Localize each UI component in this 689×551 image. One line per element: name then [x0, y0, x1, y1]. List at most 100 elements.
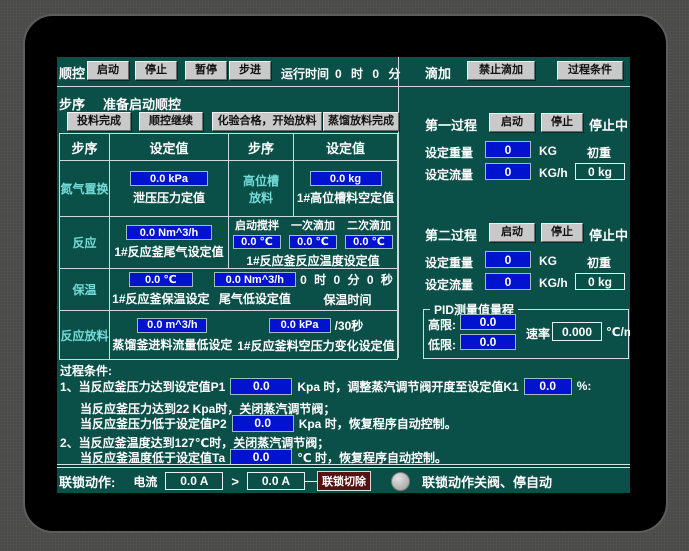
hightank-empty-desc: 1#高位槽料空定值	[296, 191, 395, 205]
process1-status: 停止中	[589, 118, 629, 133]
table-header-setvalue-2: 设定值	[294, 134, 397, 161]
process1-flow-input[interactable]: 0	[485, 163, 531, 180]
interlock-note: 联锁动作关阀、停自动	[421, 474, 552, 490]
hightank-step-cell: 高位槽放料	[229, 161, 294, 217]
seq-continue-button[interactable]: 顺控继续	[139, 112, 203, 131]
condition-1-text-c: %:	[576, 379, 592, 393]
relief-pressure-desc: 泄压压力定值	[132, 191, 205, 205]
current-label: 电流	[133, 474, 158, 489]
pid-rate-unit: ℃/m	[606, 325, 630, 339]
connector-line	[304, 480, 317, 482]
relief-pressure-input[interactable]: 0.0 kPa	[130, 171, 208, 186]
pid-low-input[interactable]: 0.0	[460, 334, 516, 350]
insulation-temp-input[interactable]: 0.0 ℃	[128, 272, 193, 287]
tailgas-setpoint-desc: 1#反应釜尾气设定值	[114, 245, 224, 259]
right-panel: 第一过程 启动 停止 停止中 设定重量 0 KG 初重 设定流量 0 KG/h …	[399, 57, 630, 360]
distill-feedflow-low-input[interactable]: 0.0 m^3/h	[137, 317, 208, 333]
distill-done-button[interactable]: 蒸馏放料完成	[323, 112, 399, 131]
condition-5-text-a: 当反应釜温度低于设定值Ta	[80, 450, 226, 465]
process2-block: 第二过程 启动 停止 停止中 设定重量 0 KG 初重 设定流量 0 KG/h …	[399, 223, 630, 297]
nitrogen-step-cell: 氮气置换	[60, 161, 110, 217]
hmi-screen: 顺控 启动 停止 暂停 步进 运行时间 0 时 0 分 滴加 禁止滴加 过程条件…	[57, 57, 630, 493]
process2-start-button[interactable]: 启动	[489, 223, 535, 242]
process2-weight-unit: KG	[539, 254, 557, 268]
nitrogen-value-cell: 0.0 kPa 泄压压力定值	[110, 161, 229, 217]
seq-stop-button[interactable]: 停止	[135, 61, 177, 80]
second-drip-label: 二次滴加	[347, 219, 391, 232]
conditions-block: 过程条件: 1、当反应釜压力达到设定值P1 0.0 Kpa 时，调整蒸汽调节阀开…	[59, 360, 629, 466]
stir-start-label: 启动搅拌	[235, 219, 279, 232]
process2-weight-input[interactable]: 0	[485, 251, 531, 268]
reaction-step-name: 反应	[72, 236, 97, 250]
seq-start-button[interactable]: 启动	[87, 61, 129, 80]
discharge-values-cell: 0.0 m^3/h 蒸馏釜进料流量低设定 0.0 kPa /30秒 1#反应釜料…	[110, 311, 397, 359]
stir-start-temp-input[interactable]: 0.0 ℃	[233, 234, 281, 249]
condition-3-text-a: 当反应釜压力低于设定值P2	[80, 416, 227, 431]
process1-start-button[interactable]: 启动	[489, 113, 535, 132]
process1-weight-label: 设定重量	[425, 146, 474, 160]
process1-flow-label: 设定流量	[425, 168, 474, 182]
current-limit-display: 0.0 A	[246, 472, 305, 490]
tailgas-low-input[interactable]: 0.0 Nm^3/h	[213, 272, 296, 287]
header-text: 设定值	[325, 140, 365, 156]
reaction-step-cell: 反应	[60, 217, 110, 269]
process2-title: 第二过程	[425, 228, 478, 243]
interlock-separator	[57, 464, 630, 468]
interlock-indicator-lamp	[390, 471, 410, 491]
interlock-cutout-button[interactable]: 联锁切除	[316, 471, 371, 491]
process1-weight-input[interactable]: 0	[485, 141, 531, 158]
reaction-temp-desc: 1#反应釜反应温度设定值	[246, 253, 380, 268]
insulation-values-cell: 0.0 ℃ 1#反应釜保温设定 0.0 Nm^3/h 尾气低设定值 0 时 0 …	[110, 269, 397, 311]
distill-feedflow-low-desc: 蒸馏釜进料流量低设定	[112, 337, 233, 352]
empty-pressure-change-desc: 1#反应釜料空压力变化设定值	[237, 338, 395, 353]
test-pass-button[interactable]: 化验合格，开始放料	[212, 112, 322, 131]
header-text: 步序	[71, 140, 98, 156]
interlock-row: 联锁动作: 电流 0.0 A > 0.0 A 联锁切除 联锁动作关阀、停自动	[59, 471, 627, 491]
header-text: 步序	[247, 140, 274, 156]
temp-ta-input[interactable]: 0.0	[230, 448, 293, 466]
feed-done-button[interactable]: 投料完成	[67, 112, 131, 131]
process2-flow-unit: KG/h	[539, 276, 568, 290]
pressure-p2-input[interactable]: 0.0	[231, 414, 294, 432]
sequence-table: 步序 设定值 步序 设定值 氮气置换 0.0 kPa 泄压压力定值 高位槽放料 …	[59, 133, 398, 360]
hightank-empty-input[interactable]: 0.0 kg	[309, 171, 382, 186]
condition-line-1: 1、当反应釜压力达到设定值P1 0.0 Kpa 时，调整蒸汽调节阀开度至设定值K…	[60, 377, 596, 395]
empty-pressure-change-input[interactable]: 0.0 kPa	[268, 317, 331, 333]
process1-flow-unit: KG/h	[539, 166, 568, 180]
per-30s-label: /30秒	[334, 318, 364, 333]
insulation-time-value: 0 时 0 分 0 秒	[300, 273, 395, 287]
first-drip-temp-input[interactable]: 0.0 ℃	[289, 234, 337, 249]
insulation-step-name: 保温	[72, 283, 97, 297]
second-drip-temp-input[interactable]: 0.0 ℃	[345, 234, 393, 249]
step-status-text: 准备启动顺控	[103, 97, 182, 112]
hightank-step-name: 高位槽放料	[242, 173, 279, 205]
process2-flow-input[interactable]: 0	[485, 273, 531, 290]
runtime-value: 0 时 0 分	[335, 67, 404, 81]
process2-initial-label: 初重	[587, 256, 612, 270]
process1-initial-weight-display: 0 kg	[575, 163, 625, 180]
step-label: 步序	[59, 97, 86, 112]
tailgas-setpoint-input[interactable]: 0.0 Nm^3/h	[126, 225, 212, 240]
pid-range-group: PID测量值量程 高限: 0.0 低限: 0.0 速率 0.000 ℃/m	[423, 301, 630, 359]
condition-1-text-b: Kpa 时，调整蒸汽调节阀开度至设定值K1	[297, 379, 519, 394]
condition-line-3: 当反应釜压力低于设定值P2 0.0 Kpa 时，恢复程序自动控制。	[80, 414, 462, 432]
greater-than-sign: >	[231, 473, 239, 489]
first-drip-label: 一次滴加	[291, 219, 335, 232]
seq-pause-button[interactable]: 暂停	[185, 61, 227, 80]
pressure-p1-input[interactable]: 0.0	[230, 377, 293, 395]
insulation-time-label: 保温时间	[323, 293, 372, 307]
discharge-step-name: 反应放料	[60, 328, 109, 343]
process2-stop-button[interactable]: 停止	[541, 223, 583, 242]
pid-high-input[interactable]: 0.0	[460, 314, 516, 330]
process1-stop-button[interactable]: 停止	[541, 113, 583, 132]
condition-3-text-b: Kpa 时，恢复程序自动控制。	[298, 416, 457, 431]
table-header-step-2: 步序	[229, 134, 294, 161]
process2-flow-label: 设定流量	[425, 278, 474, 292]
valve-k1-input[interactable]: 0.0	[523, 377, 572, 395]
seq-step-button[interactable]: 步进	[229, 61, 271, 80]
interlock-label: 联锁动作:	[59, 474, 116, 490]
condition-5-text-b: ℃ 时，恢复程序自动控制。	[297, 450, 447, 465]
reaction-temps-cell: 启动搅拌 0.0 ℃ 一次滴加 0.0 ℃ 二次滴加 0.0 ℃ 1#反应釜反应…	[229, 217, 397, 269]
insulation-temp-desc: 1#反应釜保温设定	[112, 292, 210, 306]
process1-title: 第一过程	[425, 118, 478, 133]
